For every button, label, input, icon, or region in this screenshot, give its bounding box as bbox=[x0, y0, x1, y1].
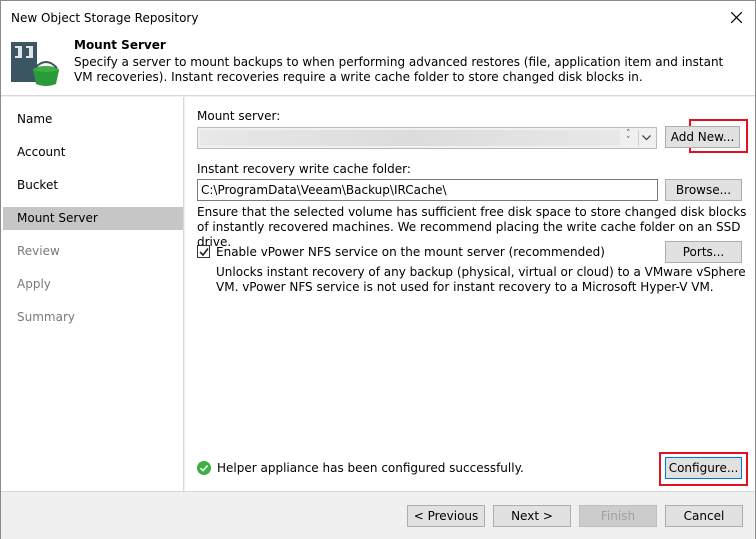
spinner-icon: ˄ ˅ bbox=[626, 129, 631, 146]
step-review: Review bbox=[17, 244, 60, 258]
storage-repository-icon bbox=[11, 42, 59, 86]
finish-button: Finish bbox=[579, 505, 657, 527]
vpower-note: Unlocks instant recovery of any backup (… bbox=[216, 265, 746, 294]
status-message: Helper appliance has been configured suc… bbox=[217, 461, 524, 475]
vpower-checkbox-label[interactable]: Enable vPower NFS service on the mount s… bbox=[216, 245, 605, 259]
cache-folder-label: Instant recovery write cache folder: bbox=[197, 162, 411, 176]
step-bucket[interactable]: Bucket bbox=[3, 174, 183, 197]
dropdown-arrow[interactable] bbox=[638, 130, 654, 146]
page-description: Specify a server to mount backups to whe… bbox=[74, 55, 724, 84]
wizard-footer: < Previous Next > Finish Cancel bbox=[1, 491, 755, 539]
wizard-steps: Name Account Bucket Mount Server Review … bbox=[1, 97, 184, 491]
wizard-window: New Object Storage Repository Mount Serv… bbox=[0, 0, 756, 539]
ports-button[interactable]: Ports... bbox=[665, 241, 742, 263]
step-name[interactable]: Name bbox=[3, 108, 183, 131]
title-bar: New Object Storage Repository bbox=[1, 1, 755, 34]
next-button[interactable]: Next > bbox=[493, 505, 571, 527]
chevron-down-icon bbox=[642, 135, 651, 141]
mount-server-select[interactable]: ˄ ˅ bbox=[197, 127, 657, 149]
step-mount-server[interactable]: Mount Server bbox=[3, 207, 183, 230]
wizard-header: Mount Server Specify a server to mount b… bbox=[1, 34, 755, 96]
window-title: New Object Storage Repository bbox=[11, 11, 199, 25]
cache-folder-input[interactable]: C:\ProgramData\Veeam\Backup\IRCache\ bbox=[197, 179, 658, 201]
close-icon bbox=[731, 12, 742, 23]
configure-button[interactable]: Configure... bbox=[665, 457, 742, 479]
mount-server-label: Mount server: bbox=[197, 109, 281, 123]
previous-button[interactable]: < Previous bbox=[407, 505, 485, 527]
browse-button[interactable]: Browse... bbox=[665, 179, 742, 201]
wizard-content: Mount server: ˄ ˅ Add New... Instant reco… bbox=[185, 97, 755, 491]
add-new-button[interactable]: Add New... bbox=[665, 126, 740, 148]
cancel-button[interactable]: Cancel bbox=[665, 505, 743, 527]
step-account[interactable]: Account bbox=[3, 141, 183, 164]
check-circle-icon bbox=[197, 461, 211, 475]
step-summary: Summary bbox=[17, 310, 75, 324]
mount-server-value-redacted bbox=[200, 130, 620, 146]
checkmark-icon bbox=[199, 248, 209, 257]
close-button[interactable] bbox=[719, 1, 755, 34]
page-title: Mount Server bbox=[74, 38, 166, 52]
vpower-checkbox[interactable] bbox=[197, 245, 210, 258]
step-apply: Apply bbox=[17, 277, 51, 291]
